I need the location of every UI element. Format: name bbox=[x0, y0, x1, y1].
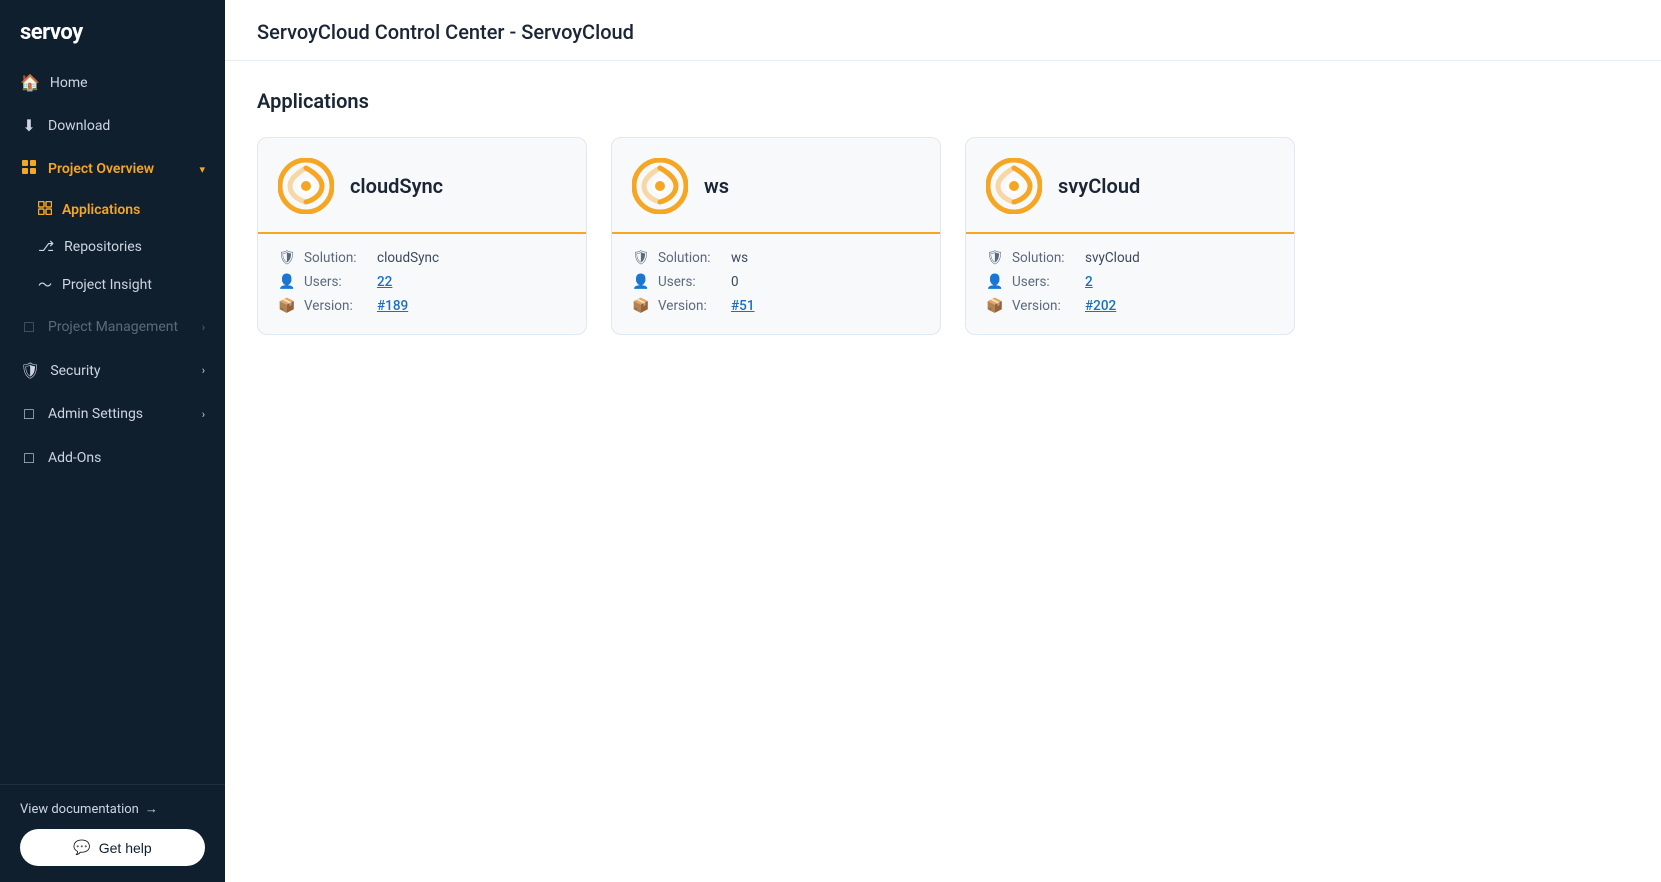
sidebar: servoy 🏠 Home ⬇ Download Project Overvie… bbox=[0, 0, 225, 882]
sidebar-item-admin-settings[interactable]: □ Admin Settings › bbox=[0, 392, 225, 436]
sidebar-item-project-overview-label: Project Overview bbox=[48, 161, 154, 177]
sidebar-item-add-ons-label: Add-Ons bbox=[48, 450, 101, 466]
sidebar-item-home-label: Home bbox=[50, 75, 88, 91]
card-name-ws: ws bbox=[704, 174, 729, 198]
app-logo-cloudsync bbox=[278, 158, 334, 214]
solution-icon-ws: 🛡 bbox=[632, 250, 650, 266]
card-version-svycloud: 📦 Version: #202 bbox=[986, 298, 1274, 314]
card-header-ws: ws bbox=[612, 138, 940, 234]
card-body-cloudsync: 🛡 Solution: cloudSync 👤 Users: 22 📦 Vers… bbox=[258, 234, 586, 334]
sidebar-footer: View documentation → 💬 Get help bbox=[0, 784, 225, 882]
card-solution-cloudsync: 🛡 Solution: cloudSync bbox=[278, 250, 566, 266]
card-name-svycloud: svyCloud bbox=[1058, 174, 1140, 198]
get-help-label: Get help bbox=[99, 840, 152, 856]
solution-icon: 🛡 bbox=[278, 250, 296, 266]
users-icon-ws: 👤 bbox=[632, 274, 650, 290]
download-icon: ⬇ bbox=[20, 116, 38, 135]
card-users-cloudsync: 👤 Users: 22 bbox=[278, 274, 566, 290]
section-title: Applications bbox=[257, 89, 1629, 113]
sidebar-item-repositories[interactable]: ⎇ Repositories bbox=[0, 229, 225, 265]
home-icon: 🏠 bbox=[20, 73, 40, 92]
main-header: ServoyCloud Control Center - ServoyCloud bbox=[225, 0, 1661, 61]
sidebar-item-security[interactable]: 🛡 Security › bbox=[0, 349, 225, 392]
chevron-down-icon: ▾ bbox=[199, 163, 205, 176]
sidebar-item-applications-label: Applications bbox=[62, 202, 140, 218]
chevron-right-icon-security: › bbox=[202, 364, 205, 377]
app-card-ws[interactable]: ws 🛡 Solution: ws 👤 Users: 0 📦 bbox=[611, 137, 941, 335]
solution-value-svycloud: svyCloud bbox=[1085, 250, 1140, 266]
solution-icon-svycloud: 🛡 bbox=[986, 250, 1004, 266]
version-value-cloudsync[interactable]: #189 bbox=[377, 298, 408, 314]
sidebar-item-applications[interactable]: Applications bbox=[0, 191, 225, 229]
app-logo-svycloud bbox=[986, 158, 1042, 214]
sidebar-item-project-insight-label: Project Insight bbox=[62, 277, 152, 293]
sidebar-item-project-overview[interactable]: Project Overview ▾ bbox=[0, 147, 225, 191]
app-card-cloudsync[interactable]: cloudSync 🛡 Solution: cloudSync 👤 Users:… bbox=[257, 137, 587, 335]
card-users-ws: 👤 Users: 0 bbox=[632, 274, 920, 290]
card-version-cloudsync: 📦 Version: #189 bbox=[278, 298, 566, 314]
applications-grid: cloudSync 🛡 Solution: cloudSync 👤 Users:… bbox=[257, 137, 1629, 335]
chat-icon: 💬 bbox=[73, 839, 90, 856]
sidebar-item-add-ons[interactable]: □ Add-Ons bbox=[0, 436, 225, 480]
main-content: Applications cloudSync bbox=[225, 61, 1661, 882]
sidebar-item-project-management: □ Project Management › bbox=[0, 305, 225, 349]
card-version-ws: 📦 Version: #51 bbox=[632, 298, 920, 314]
users-value-cloudsync[interactable]: 22 bbox=[377, 274, 392, 290]
sidebar-item-download[interactable]: ⬇ Download bbox=[0, 104, 225, 147]
solution-value-cloudsync: cloudSync bbox=[377, 250, 439, 266]
arrow-right-icon: → bbox=[145, 801, 158, 817]
logo: servoy bbox=[0, 0, 225, 61]
sidebar-item-home[interactable]: 🏠 Home bbox=[0, 61, 225, 104]
sidebar-item-project-insight[interactable]: 〜 Project Insight bbox=[0, 265, 225, 305]
solution-value-ws: ws bbox=[731, 250, 748, 266]
app-card-svycloud[interactable]: svyCloud 🛡 Solution: svyCloud 👤 Users: 2 bbox=[965, 137, 1295, 335]
version-icon: 📦 bbox=[278, 298, 296, 314]
version-icon-svycloud: 📦 bbox=[986, 298, 1004, 314]
sidebar-nav: 🏠 Home ⬇ Download Project Overview ▾ bbox=[0, 61, 225, 784]
card-header-cloudsync: cloudSync bbox=[258, 138, 586, 234]
sidebar-item-download-label: Download bbox=[48, 118, 110, 134]
users-icon-svycloud: 👤 bbox=[986, 274, 1004, 290]
card-header-svycloud: svyCloud bbox=[966, 138, 1294, 234]
users-value-ws: 0 bbox=[731, 274, 739, 290]
applications-icon bbox=[38, 201, 52, 219]
version-icon-ws: 📦 bbox=[632, 298, 650, 314]
project-management-icon: □ bbox=[20, 317, 38, 337]
sidebar-item-repositories-label: Repositories bbox=[64, 239, 142, 255]
sidebar-item-admin-settings-label: Admin Settings bbox=[48, 406, 143, 422]
users-value-svycloud[interactable]: 2 bbox=[1085, 274, 1093, 290]
security-icon: 🛡 bbox=[20, 361, 40, 380]
get-help-button[interactable]: 💬 Get help bbox=[20, 829, 205, 866]
card-body-ws: 🛡 Solution: ws 👤 Users: 0 📦 Version: #51 bbox=[612, 234, 940, 334]
card-solution-ws: 🛡 Solution: ws bbox=[632, 250, 920, 266]
repositories-icon: ⎇ bbox=[38, 239, 54, 255]
card-body-svycloud: 🛡 Solution: svyCloud 👤 Users: 2 📦 Versio… bbox=[966, 234, 1294, 334]
app-logo-ws bbox=[632, 158, 688, 214]
card-users-svycloud: 👤 Users: 2 bbox=[986, 274, 1274, 290]
users-icon: 👤 bbox=[278, 274, 296, 290]
version-value-svycloud[interactable]: #202 bbox=[1085, 298, 1116, 314]
main-content-area: ServoyCloud Control Center - ServoyCloud… bbox=[225, 0, 1661, 882]
sidebar-item-project-management-label: Project Management bbox=[48, 319, 178, 335]
view-docs-link[interactable]: View documentation → bbox=[20, 801, 205, 817]
admin-settings-icon: □ bbox=[20, 404, 38, 424]
chevron-right-icon-admin: › bbox=[202, 408, 205, 421]
view-docs-label: View documentation bbox=[20, 802, 139, 817]
page-title: ServoyCloud Control Center - ServoyCloud bbox=[257, 20, 1629, 44]
card-name-cloudsync: cloudSync bbox=[350, 174, 443, 198]
project-overview-icon bbox=[20, 159, 38, 179]
chevron-right-icon: › bbox=[202, 321, 205, 334]
version-value-ws[interactable]: #51 bbox=[731, 298, 755, 314]
card-solution-svycloud: 🛡 Solution: svyCloud bbox=[986, 250, 1274, 266]
project-insight-icon: 〜 bbox=[38, 275, 52, 295]
sidebar-item-security-label: Security bbox=[50, 363, 100, 379]
add-ons-icon: □ bbox=[20, 448, 38, 468]
